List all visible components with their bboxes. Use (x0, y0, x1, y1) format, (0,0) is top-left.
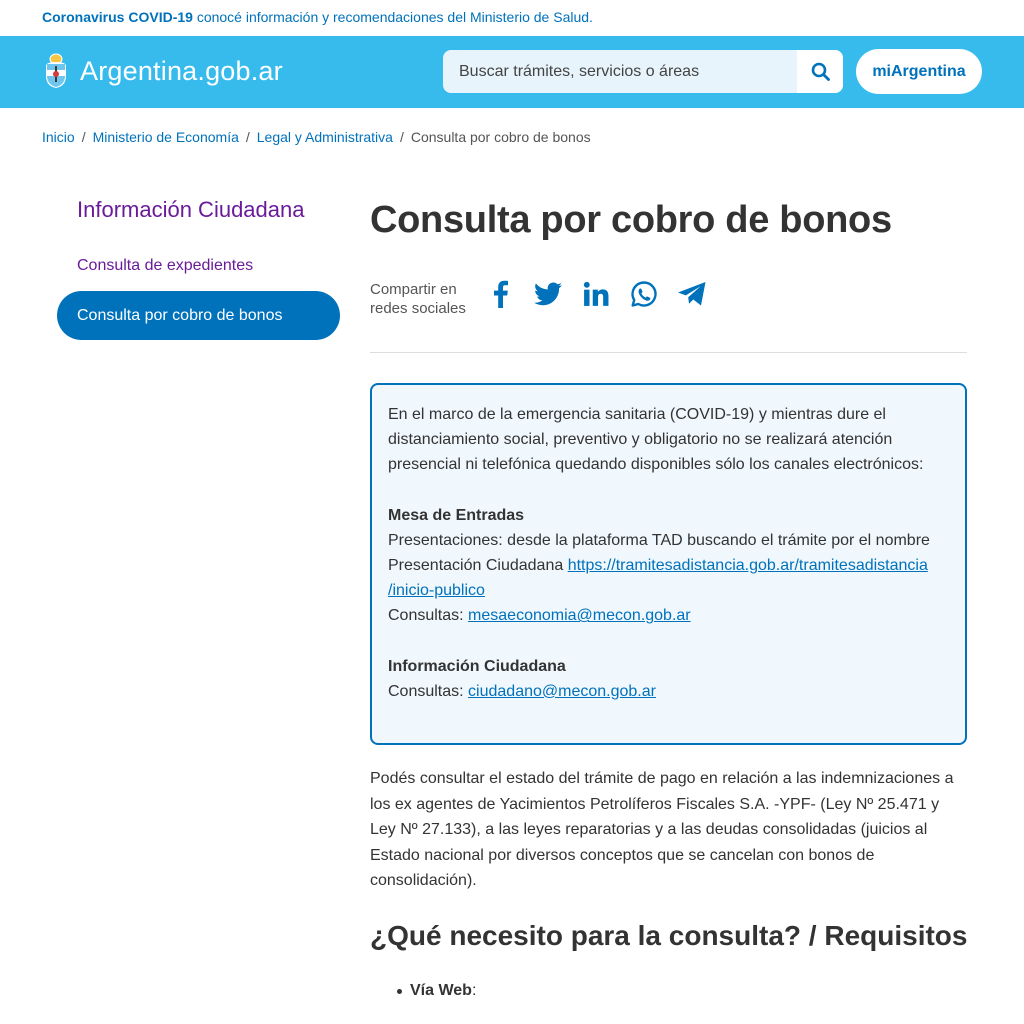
notice-info-title: Información Ciudadana (388, 657, 566, 675)
notice-info-consultas-label: Consultas: (388, 682, 469, 700)
notice-mesa-pres-text-2: Presentación Ciudadana (388, 557, 568, 575)
bullet-suffix: : (471, 982, 477, 999)
list-item: Vía Web: (397, 982, 476, 1000)
twitter-icon[interactable] (532, 278, 563, 310)
ciudadano-email-link[interactable]: ciudadano@mecon.gob.ar (468, 683, 656, 700)
mesa-email-link[interactable]: mesaeconomia@mecon.gob.ar (468, 607, 691, 624)
search-input[interactable] (443, 50, 797, 93)
tad-link-part-1[interactable]: https://tramitesadistancia.gob.ar/tramit… (568, 557, 928, 574)
divider (370, 352, 967, 353)
notice-info-consultas: Consultas: ciudadano@mecon.gob.ar (388, 679, 949, 704)
page-title: Consulta por cobro de bonos (370, 199, 892, 241)
breadcrumb: Inicio / Ministerio de Economía / Legal … (42, 129, 591, 145)
breadcrumb-separator: / (399, 129, 404, 145)
bullet-label: Vía Web (410, 982, 472, 999)
notice-mesa-title: Mesa de Entradas (388, 506, 525, 524)
covid-banner-message[interactable]: conocé información y recomendaciones del… (193, 9, 593, 25)
brand-logo-link[interactable]: Argentina.gob.ar (42, 51, 283, 91)
coat-of-arms-icon (46, 53, 66, 88)
search-box (443, 50, 843, 93)
sidebar-item-consulta-expedientes[interactable]: Consulta de expedientes (77, 257, 253, 275)
search-button[interactable] (797, 50, 843, 93)
mi-argentina-button[interactable]: miArgentina (856, 49, 982, 94)
tad-link-part-2[interactable]: /inicio-publico (388, 582, 485, 599)
sidebar-item-consulta-bonos[interactable]: Consulta por cobro de bonos (57, 291, 340, 340)
share-icons (484, 278, 707, 310)
breadcrumb-current: Consulta por cobro de bonos (410, 129, 591, 145)
intro-paragraph: Podés consultar el estado del trámite de… (370, 770, 954, 889)
breadcrumb-separator: / (81, 129, 86, 145)
covid-banner: Coronavirus COVID-19 conocé información … (0, 0, 1024, 36)
linkedin-icon[interactable] (580, 278, 611, 310)
breadcrumb-item-ministerio[interactable]: Ministerio de Economía (93, 129, 239, 145)
notice-mesa-presentaciones: Presentaciones: desde la plataforma TAD … (388, 528, 949, 604)
covid-banner-strong[interactable]: Coronavirus COVID-19 (42, 9, 193, 25)
telegram-icon[interactable] (676, 278, 707, 310)
sidebar-title: Información Ciudadana (77, 197, 305, 222)
requirements-heading: ¿Qué necesito para la consulta? / Requis… (370, 920, 968, 951)
facebook-icon[interactable] (484, 278, 515, 310)
site-header: Argentina.gob.ar miArgentina (0, 36, 1024, 108)
breadcrumb-item-legal[interactable]: Legal y Administrativa (257, 129, 393, 145)
notice-mesa-consultas: Consultas: mesaeconomia@mecon.gob.ar (388, 603, 949, 628)
bullet-dot (397, 988, 402, 994)
share-label: Compartir en redes sociales (370, 281, 466, 317)
whatsapp-icon[interactable] (628, 278, 659, 310)
breadcrumb-item-inicio[interactable]: Inicio (42, 129, 75, 145)
search-icon (811, 62, 830, 81)
covid-notice-box: En el marco de la emergencia sanitaria (… (370, 383, 967, 745)
breadcrumb-separator: / (245, 129, 250, 145)
notice-mesa-consultas-label: Consultas: (388, 607, 469, 625)
notice-intro: En el marco de la emergencia sanitaria (… (388, 406, 924, 474)
brand-name[interactable]: Argentina.gob.ar (80, 56, 283, 87)
covid-banner-text[interactable]: Coronavirus COVID-19 conocé información … (42, 9, 593, 25)
notice-mesa-pres-text: Presentaciones: desde la plataforma TAD … (388, 531, 930, 549)
